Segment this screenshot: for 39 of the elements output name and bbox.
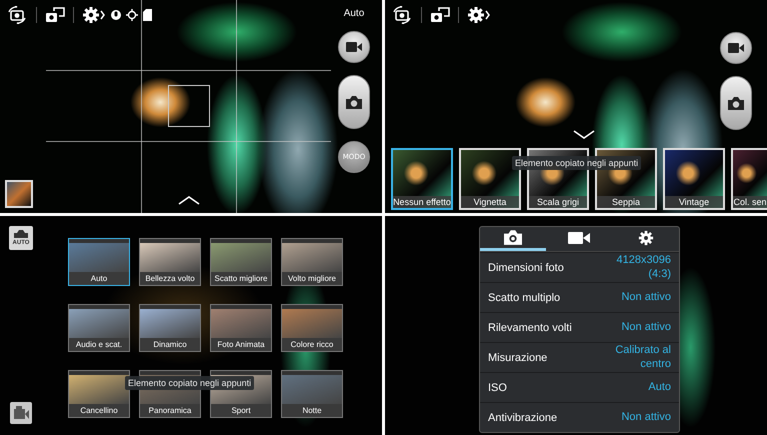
mode-tile[interactable]: Notte bbox=[281, 370, 343, 418]
memory-card-icon bbox=[143, 9, 152, 21]
gallery-thumbnail[interactable] bbox=[5, 180, 33, 208]
video-camera-icon bbox=[568, 232, 590, 244]
mode-tile[interactable]: Volto migliore bbox=[281, 238, 343, 286]
video-camera-icon bbox=[346, 42, 362, 52]
mode-tile[interactable]: Colore ricco bbox=[281, 304, 343, 352]
mode-tile[interactable]: Auto bbox=[68, 238, 130, 286]
settings-row[interactable]: Antivibrazione Non attivo bbox=[480, 402, 679, 432]
focus-frame bbox=[168, 85, 210, 127]
settings-tab[interactable] bbox=[480, 227, 546, 251]
effect-thumbnail[interactable]: Nessun effetto bbox=[391, 148, 453, 210]
settings-row[interactable]: Misurazione Calibrato al centro bbox=[480, 342, 679, 372]
effect-thumbnail[interactable]: Col. sen bbox=[731, 148, 767, 210]
switch-camera-icon[interactable] bbox=[391, 6, 413, 24]
toast-message: Elemento copiato negli appunti bbox=[512, 156, 642, 170]
chevron-up-icon[interactable] bbox=[178, 196, 200, 205]
mode-tile[interactable]: Foto Animata bbox=[210, 304, 272, 352]
settings-icon[interactable] bbox=[82, 6, 106, 24]
mode-tile[interactable]: Bellezza volto bbox=[139, 238, 201, 286]
chevron-down-icon[interactable] bbox=[573, 130, 595, 139]
dual-camera-icon[interactable] bbox=[45, 7, 65, 23]
toast-message: Elemento copiato negli appunti bbox=[125, 376, 254, 390]
settings-row[interactable]: Scatto multiplo Non attivo bbox=[480, 282, 679, 312]
video-camera-icon bbox=[728, 43, 744, 53]
settings-row[interactable]: Rilevamento volti Non attivo bbox=[480, 312, 679, 342]
switch-camera-icon[interactable] bbox=[6, 6, 28, 24]
crosshair-icon bbox=[126, 9, 138, 21]
settings-icon[interactable] bbox=[467, 6, 491, 24]
mode-tile[interactable]: Dinamico bbox=[139, 304, 201, 352]
settings-icon bbox=[638, 230, 654, 246]
mode-tile[interactable]: Cancellino bbox=[68, 370, 130, 418]
mode-label: Auto bbox=[344, 8, 364, 19]
mode-tile[interactable]: Scatto migliore bbox=[210, 238, 272, 286]
mode-tile[interactable]: Audio e scat. bbox=[68, 304, 130, 352]
settings-row[interactable]: Dimensioni foto 4128x3096 (4:3) bbox=[480, 252, 679, 282]
settings-row[interactable]: ISO Auto bbox=[480, 372, 679, 402]
dual-camera-icon[interactable] bbox=[430, 7, 450, 23]
effect-thumbnail[interactable]: Vintage bbox=[663, 148, 725, 210]
